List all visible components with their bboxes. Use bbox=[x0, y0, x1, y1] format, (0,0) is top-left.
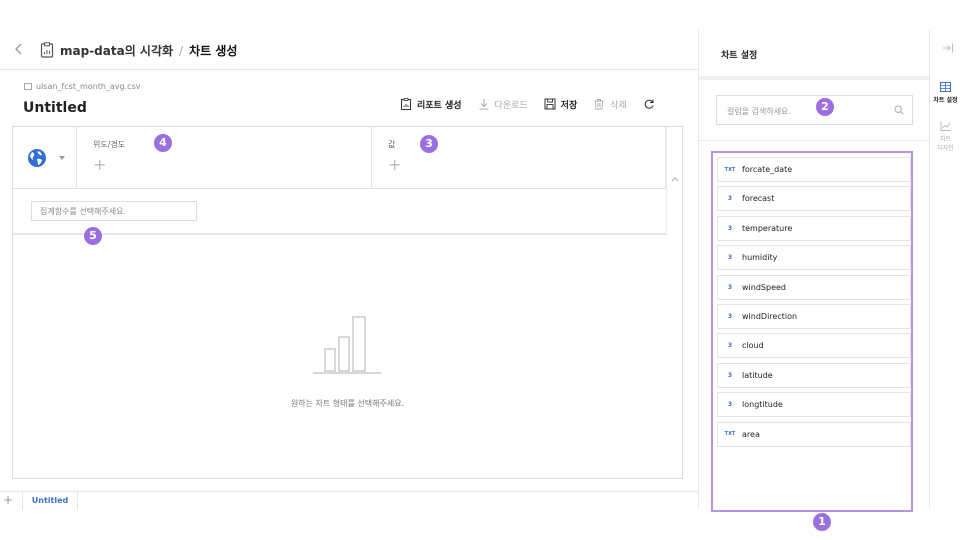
chart-design-icon bbox=[940, 121, 951, 131]
panel-title: 차트 설정 bbox=[721, 51, 758, 61]
latlng-drop-zone[interactable]: 위도/경도 + bbox=[77, 127, 372, 189]
rail-chart-settings-label: 차트 설정 bbox=[933, 97, 958, 104]
number-type-icon: 3 bbox=[727, 342, 733, 350]
map-type-selector[interactable] bbox=[13, 127, 77, 189]
number-type-icon: 3 bbox=[727, 401, 733, 409]
add-value-icon[interactable]: + bbox=[388, 157, 401, 173]
column-item[interactable]: 3 latitude bbox=[717, 362, 911, 388]
column-item[interactable]: 3 humidity bbox=[717, 245, 911, 271]
number-type-icon: 3 bbox=[727, 371, 733, 379]
toolbar: 리포트 생성 다운로드 저장 삭제 bbox=[400, 96, 660, 112]
text-type-icon: TXT bbox=[724, 431, 736, 438]
number-type-icon: 3 bbox=[727, 254, 733, 262]
search-icon[interactable] bbox=[894, 105, 904, 115]
download-icon bbox=[479, 99, 489, 110]
download-label: 다운로드 bbox=[494, 100, 528, 111]
chart-empty-state bbox=[13, 237, 683, 479]
collapse-toggle[interactable] bbox=[666, 127, 683, 235]
column-name: forecast bbox=[742, 194, 775, 204]
empty-state-message: 원하는 차트 형태를 선택해주세요. bbox=[290, 399, 405, 408]
download-button[interactable]: 다운로드 bbox=[478, 98, 528, 111]
trash-icon bbox=[594, 99, 604, 110]
save-label: 저장 bbox=[560, 100, 578, 111]
rail-chart-design[interactable]: 차트 디자인 bbox=[930, 121, 960, 152]
aggregate-function-select[interactable]: 집계함수를 선택해주세요. bbox=[31, 201, 197, 221]
annotation-badge-5: 5 bbox=[84, 227, 102, 245]
chevron-up-icon bbox=[671, 177, 679, 182]
column-list: TXT forcate_date 3 forecast 3 temperature 3 hum… bbox=[711, 151, 913, 512]
refresh-button[interactable] bbox=[643, 98, 660, 110]
latlng-label: 위도/경도 bbox=[93, 140, 126, 149]
column-item[interactable]: TXT area bbox=[717, 421, 911, 447]
caret-down-icon bbox=[59, 156, 65, 160]
number-type-icon: 3 bbox=[727, 313, 733, 320]
chevron-left-icon[interactable] bbox=[14, 42, 26, 58]
annotation-badge-2: 2 bbox=[816, 98, 834, 116]
panel-divider bbox=[699, 76, 929, 80]
chart-builder: 위도/경도 + 값 + 집계함수를 선택해주세요. bbox=[12, 126, 683, 479]
table-icon bbox=[940, 82, 951, 92]
rail-chart-design-label-1: 차트 bbox=[939, 136, 952, 143]
annotation-badge-4: 4 bbox=[154, 134, 172, 152]
number-type-icon: 3 bbox=[727, 224, 733, 232]
refresh-icon bbox=[644, 99, 654, 109]
page-title[interactable]: Untitled bbox=[23, 100, 87, 116]
column-item[interactable]: 3 windDirection bbox=[717, 304, 911, 329]
create-report-label: 리포트 생성 bbox=[417, 100, 462, 111]
delete-label: 삭제 bbox=[610, 100, 627, 111]
column-item[interactable]: 3 temperature bbox=[717, 215, 911, 241]
dataset-label: ulsan_fcst_month_avg.csv bbox=[24, 82, 140, 91]
save-button[interactable]: 저장 bbox=[544, 98, 578, 111]
annotation-badge-3: 3 bbox=[420, 135, 438, 153]
globe-icon bbox=[28, 149, 46, 167]
breadcrumb: map-data의 시각화 / 차트 생성 bbox=[60, 42, 237, 59]
column-name: area bbox=[742, 429, 760, 439]
column-name: temperature bbox=[742, 223, 793, 233]
value-drop-zone[interactable]: 값 + bbox=[372, 127, 666, 189]
report-icon bbox=[401, 98, 411, 110]
breadcrumb-separator: / bbox=[179, 44, 184, 58]
rail-chart-settings[interactable]: 차트 설정 bbox=[930, 82, 960, 104]
top-bar: map-data의 시각화 / 차트 생성 bbox=[0, 30, 698, 70]
chart-settings-panel: 차트 설정 컬럼을 검색하세요. TXT forcate_date 3 forecas… bbox=[698, 30, 929, 512]
column-name: latitude bbox=[742, 370, 773, 380]
column-item[interactable]: TXT forcate_date bbox=[717, 157, 911, 182]
number-type-icon: 3 bbox=[727, 195, 733, 203]
number-type-icon: 3 bbox=[727, 283, 733, 291]
aggregate-row: 집계함수를 선택해주세요. bbox=[13, 189, 666, 235]
column-name: cloud bbox=[742, 341, 764, 351]
dataset-file-name: ulsan_fcst_month_avg.csv bbox=[36, 82, 141, 91]
column-name: longtitude bbox=[742, 400, 783, 410]
rail-chart-design-label-2: 디자인 bbox=[937, 145, 954, 152]
side-rail: 차트 설정 차트 디자인 bbox=[929, 30, 960, 508]
column-name: windDirection bbox=[742, 312, 798, 321]
column-item[interactable]: 3 windSpeed bbox=[717, 274, 911, 300]
text-type-icon: TXT bbox=[724, 166, 736, 173]
column-search-input[interactable]: 컬럼을 검색하세요. bbox=[716, 95, 913, 125]
column-name: windSpeed bbox=[742, 282, 786, 292]
bar-chart-placeholder-icon bbox=[313, 316, 381, 374]
breadcrumb-parent[interactable]: map-data의 시각화 bbox=[60, 44, 173, 58]
column-item[interactable]: 3 longtitude bbox=[717, 392, 911, 418]
column-name: humidity bbox=[742, 253, 778, 263]
tab-untitled[interactable]: Untitled bbox=[22, 492, 78, 510]
collapse-panel-icon[interactable] bbox=[942, 42, 954, 57]
value-label: 값 bbox=[388, 140, 396, 149]
annotation-badge-1: 1 bbox=[813, 513, 831, 531]
add-latlng-icon[interactable]: + bbox=[93, 157, 106, 173]
create-report-button[interactable]: 리포트 생성 bbox=[400, 98, 462, 111]
column-item[interactable]: 3 cloud bbox=[717, 333, 911, 359]
breadcrumb-current: 차트 생성 bbox=[189, 44, 238, 58]
sheet-tabs: + Untitled bbox=[0, 491, 698, 510]
panel-divider bbox=[699, 140, 929, 141]
delete-button[interactable]: 삭제 bbox=[593, 98, 627, 111]
report-icon bbox=[40, 42, 54, 58]
add-tab-button[interactable]: + bbox=[3, 494, 13, 506]
save-icon bbox=[544, 98, 556, 110]
table-icon bbox=[24, 83, 32, 90]
column-item[interactable]: 3 forecast bbox=[717, 186, 911, 212]
column-name: forcate_date bbox=[742, 165, 793, 174]
search-placeholder: 컬럼을 검색하세요. bbox=[727, 107, 791, 116]
